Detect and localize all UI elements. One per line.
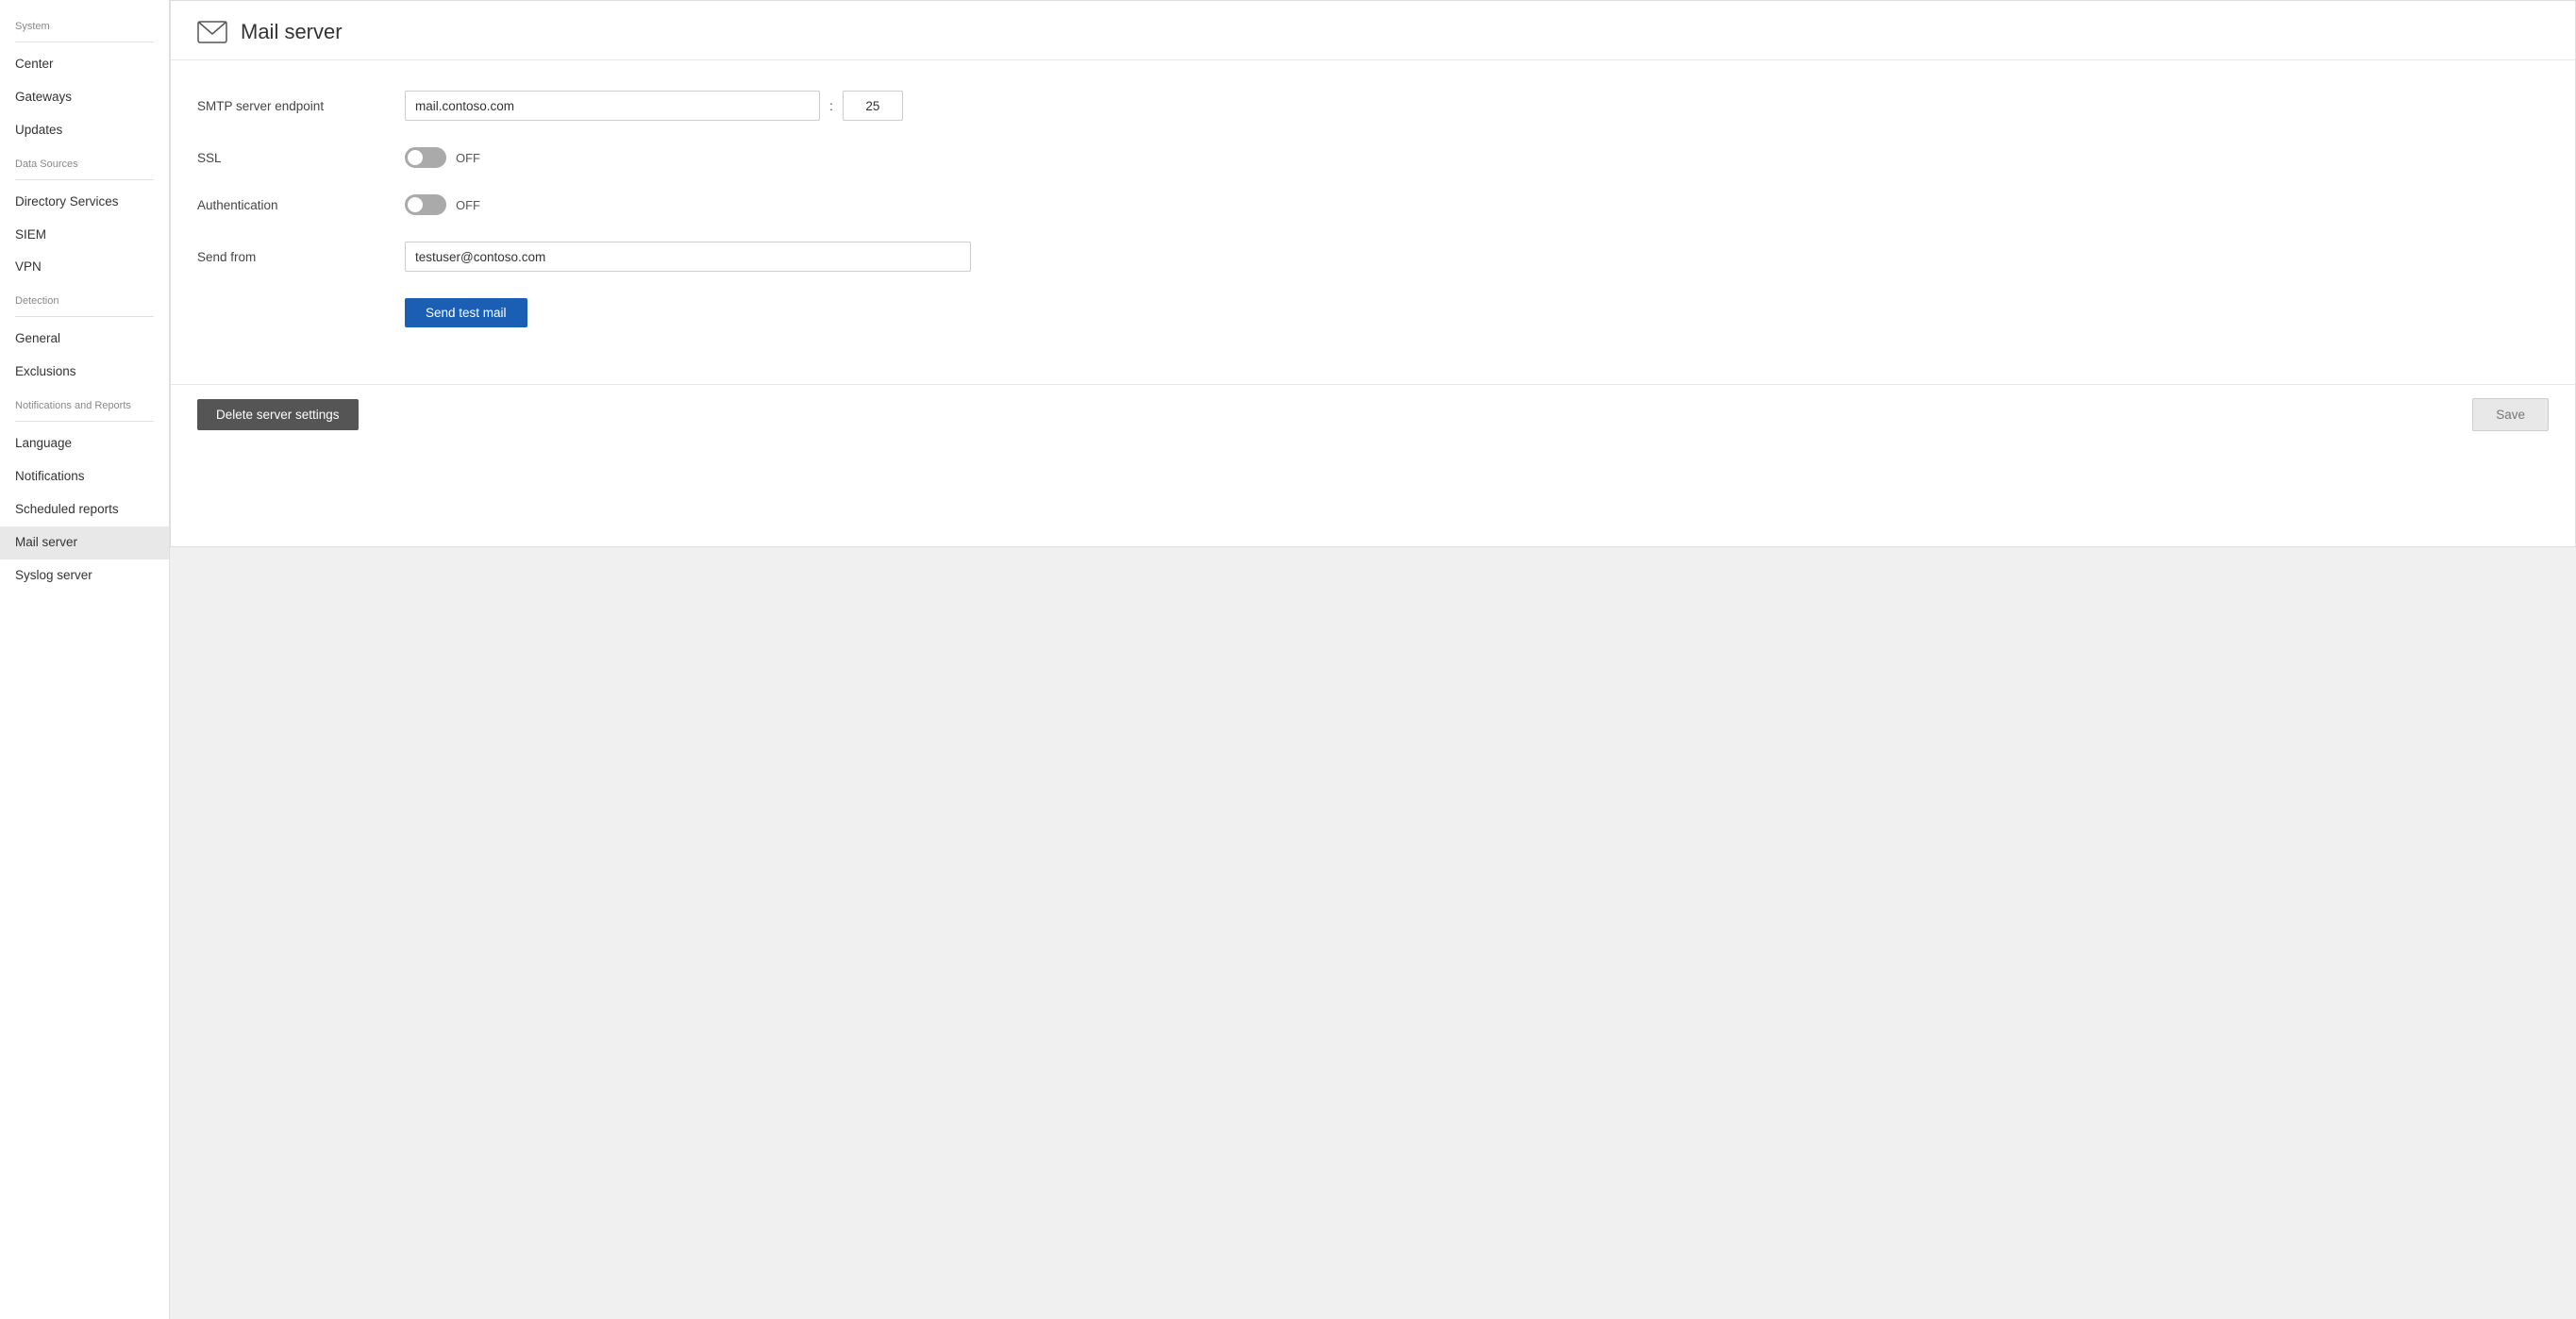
ssl-toggle-container: OFF [405, 147, 480, 168]
ssl-state-label: OFF [456, 151, 480, 165]
auth-state-label: OFF [456, 198, 480, 212]
send-from-input[interactable] [405, 242, 971, 272]
smtp-endpoint-group: : [405, 91, 903, 121]
smtp-port-input[interactable] [843, 91, 903, 121]
sidebar-item-siem[interactable]: SIEM [0, 219, 169, 252]
ssl-toggle-thumb [408, 150, 423, 165]
sidebar-item-updates[interactable]: Updates [0, 114, 169, 147]
sidebar-divider-detection [15, 316, 154, 317]
page-title: Mail server [241, 20, 343, 44]
smtp-host-input[interactable] [405, 91, 820, 121]
sidebar-item-general[interactable]: General [0, 323, 169, 356]
sidebar-item-directory-services[interactable]: Directory Services [0, 186, 169, 219]
content-panel: Mail server SMTP server endpoint : SSL [170, 0, 2576, 547]
sidebar-item-exclusions[interactable]: Exclusions [0, 356, 169, 389]
mail-icon [197, 21, 227, 43]
auth-toggle-thumb [408, 197, 423, 212]
panel-footer: Delete server settings Save [171, 384, 2575, 444]
send-from-row: Send from [197, 242, 2549, 272]
sidebar-item-gateways[interactable]: Gateways [0, 81, 169, 114]
sidebar-item-scheduled-reports[interactable]: Scheduled reports [0, 493, 169, 526]
sidebar-item-mail-server[interactable]: Mail server [0, 526, 169, 559]
sidebar-item-notifications[interactable]: Notifications [0, 460, 169, 493]
sidebar: System Center Gateways Updates Data Sour… [0, 0, 170, 1319]
sidebar-section-data-sources: Data Sources [0, 147, 169, 174]
auth-toggle-container: OFF [405, 194, 480, 215]
colon-separator: : [829, 98, 833, 113]
smtp-row: SMTP server endpoint : [197, 91, 2549, 121]
send-test-row: Send test mail [405, 298, 2549, 327]
sidebar-divider-notifications-reports [15, 421, 154, 422]
sidebar-item-vpn[interactable]: VPN [0, 251, 169, 284]
ssl-label: SSL [197, 151, 405, 165]
panel-header: Mail server [171, 1, 2575, 60]
sidebar-divider-data-sources [15, 179, 154, 180]
main-content: Mail server SMTP server endpoint : SSL [170, 0, 2576, 1319]
auth-toggle[interactable] [405, 194, 446, 215]
send-test-mail-button[interactable]: Send test mail [405, 298, 527, 327]
ssl-row: SSL OFF [197, 147, 2549, 168]
sidebar-section-system: System [0, 9, 169, 36]
sidebar-item-center[interactable]: Center [0, 48, 169, 81]
save-button[interactable]: Save [2472, 398, 2549, 431]
sidebar-section-detection: Detection [0, 284, 169, 310]
form-area: SMTP server endpoint : SSL OFF [171, 60, 2575, 384]
smtp-label: SMTP server endpoint [197, 99, 405, 113]
sidebar-item-syslog-server[interactable]: Syslog server [0, 559, 169, 593]
auth-label: Authentication [197, 198, 405, 212]
auth-toggle-track [405, 194, 446, 215]
send-from-label: Send from [197, 250, 405, 264]
auth-row: Authentication OFF [197, 194, 2549, 215]
sidebar-section-notifications-reports: Notifications and Reports [0, 389, 169, 415]
ssl-toggle[interactable] [405, 147, 446, 168]
ssl-toggle-track [405, 147, 446, 168]
sidebar-item-language[interactable]: Language [0, 427, 169, 460]
delete-server-settings-button[interactable]: Delete server settings [197, 399, 359, 430]
